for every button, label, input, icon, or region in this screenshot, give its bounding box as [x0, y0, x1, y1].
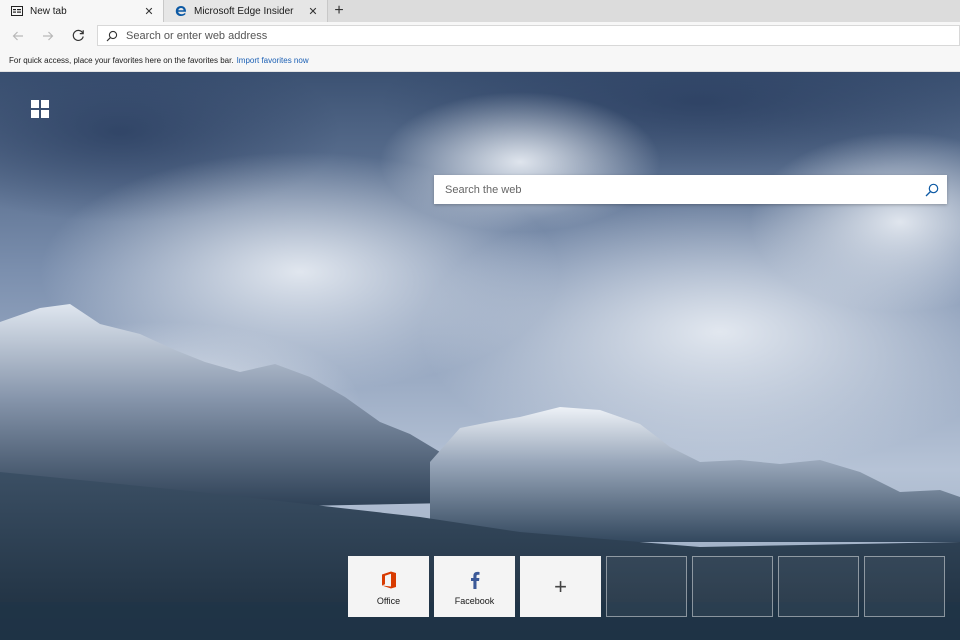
close-icon[interactable]: ✕ — [307, 5, 319, 18]
address-bar[interactable] — [97, 25, 960, 46]
refresh-icon — [72, 29, 84, 42]
tab-new-tab[interactable]: New tab ✕ — [0, 0, 164, 22]
apps-launcher-icon[interactable] — [31, 100, 49, 118]
tile-facebook[interactable]: Facebook — [434, 556, 515, 617]
back-button[interactable] — [3, 22, 33, 49]
new-tab-page-icon — [10, 4, 24, 18]
new-tab-button[interactable]: + — [328, 0, 350, 22]
plus-icon: + — [334, 2, 344, 19]
tab-title: Microsoft Edge Insider — [194, 5, 294, 17]
plus-icon: + — [554, 573, 567, 599]
search-icon — [925, 183, 939, 196]
import-favorites-link[interactable]: Import favorites now — [237, 56, 309, 65]
empty-tile[interactable] — [864, 556, 945, 617]
tab-strip: New tab ✕ Microsoft Edge Insider ✕ + — [0, 0, 960, 22]
refresh-button[interactable] — [63, 22, 93, 49]
background-image — [0, 72, 960, 640]
empty-tile[interactable] — [778, 556, 859, 617]
navigation-bar — [0, 22, 960, 49]
tile-office[interactable]: Office — [348, 556, 429, 617]
empty-tile[interactable] — [692, 556, 773, 617]
add-site-button[interactable]: + — [520, 556, 601, 617]
new-tab-page: Office Facebook + — [0, 72, 960, 640]
empty-tile[interactable] — [606, 556, 687, 617]
facebook-icon — [470, 568, 480, 592]
forward-button[interactable] — [33, 22, 63, 49]
favorites-bar: For quick access, place your favorites h… — [0, 49, 960, 72]
search-button[interactable] — [917, 175, 947, 204]
edge-logo-icon — [174, 4, 188, 18]
back-arrow-icon — [12, 31, 23, 40]
tile-label: Office — [376, 595, 401, 606]
favorites-bar-message: For quick access, place your favorites h… — [9, 55, 234, 65]
forward-arrow-icon — [43, 31, 54, 40]
office-icon — [381, 568, 397, 592]
tab-title: New tab — [30, 5, 67, 17]
web-search-box[interactable] — [434, 175, 947, 204]
tile-label: Facebook — [454, 595, 495, 606]
address-input[interactable] — [126, 29, 959, 42]
web-search-input[interactable] — [445, 183, 917, 196]
close-icon[interactable]: ✕ — [143, 5, 155, 18]
search-icon — [106, 29, 120, 43]
tab-microsoft-edge-insider[interactable]: Microsoft Edge Insider ✕ — [164, 0, 328, 22]
top-sites: Office Facebook + — [348, 556, 950, 617]
